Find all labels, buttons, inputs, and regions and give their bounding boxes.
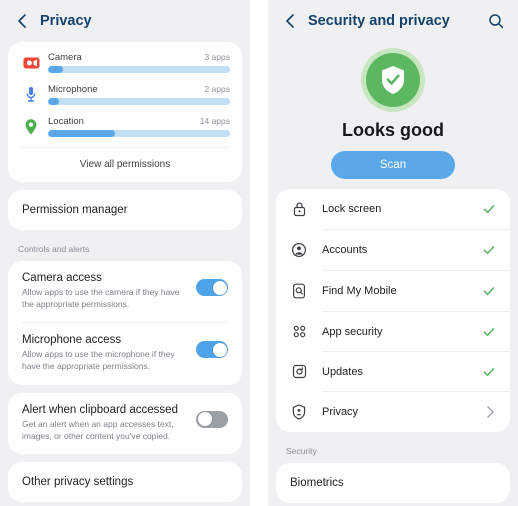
security-item-lock-screen[interactable]: Lock screen <box>276 189 510 229</box>
security-item-app-security[interactable]: App security <box>276 312 510 351</box>
privacy-header: Privacy <box>0 0 250 42</box>
permission-bar <box>48 66 230 73</box>
shield-person-icon <box>290 404 308 420</box>
microphone-access-row[interactable]: Microphone access Allow apps to use the … <box>8 323 242 384</box>
security-item-accounts[interactable]: Accounts <box>276 230 510 270</box>
status-check-icon <box>482 325 496 339</box>
microphone-access-toggle[interactable] <box>196 341 228 359</box>
security-item-label: Privacy <box>322 406 359 418</box>
clipboard-alert-toggle[interactable] <box>196 410 228 428</box>
location-pin-icon <box>20 118 42 136</box>
status-check-icon <box>482 243 496 257</box>
security-item-label: Updates <box>322 365 363 378</box>
permission-bar <box>48 130 230 137</box>
security-status: Looks good Scan <box>268 42 518 189</box>
status-message: Looks good <box>342 120 444 140</box>
controls-and-alerts-label: Controls and alerts <box>18 244 90 254</box>
security-item-label: Find My Mobile <box>322 285 397 297</box>
other-privacy-settings-card: Other privacy settings <box>8 462 242 503</box>
permission-row[interactable]: Camera 3 apps <box>20 52 230 73</box>
security-item-label: App security <box>322 325 383 338</box>
clipboard-alert-row[interactable]: Alert when clipboard accessed Get an ale… <box>8 393 242 454</box>
permission-manager-row[interactable]: Permission manager <box>8 190 242 230</box>
page-title: Privacy <box>40 13 92 29</box>
permission-row[interactable]: Location 14 apps <box>20 116 230 137</box>
app-grid-icon <box>290 324 308 339</box>
page-title: Security and privacy <box>308 13 450 29</box>
permission-bar <box>48 98 230 105</box>
permissions-card: Camera 3 apps Microphone 2 apps Location… <box>8 42 242 182</box>
security-section-label: Security <box>286 446 317 456</box>
permission-bar-fill <box>48 130 116 137</box>
permissions-list: Camera 3 apps Microphone 2 apps Location… <box>8 42 242 147</box>
account-icon <box>290 242 308 258</box>
security-item-updates[interactable]: Updates <box>276 352 510 391</box>
security-item-label: Lock screen <box>322 203 382 215</box>
permission-count: 3 apps <box>204 52 230 62</box>
security-item-label: Accounts <box>322 244 368 256</box>
microphone-access-description: Allow apps to use the microphone if they… <box>22 349 175 372</box>
permission-bar-fill <box>48 98 59 105</box>
permission-name: Location <box>48 116 84 127</box>
permission-name: Camera <box>48 52 82 63</box>
other-privacy-settings-row[interactable]: Other privacy settings <box>8 462 242 502</box>
status-check-icon <box>482 284 496 298</box>
dual-phone-screenshot: Privacy Camera 3 apps Microphone 2 apps … <box>0 0 518 506</box>
permission-name: Microphone <box>48 84 98 95</box>
camera-icon <box>20 56 42 70</box>
clipboard-alert-description: Get an alert when an app accesses text, … <box>22 418 174 441</box>
search-icon[interactable] <box>486 11 506 31</box>
find-my-mobile-icon <box>290 283 308 299</box>
camera-access-row[interactable]: Camera access Allow apps to use the came… <box>8 261 242 322</box>
security-header: Security and privacy <box>268 0 518 42</box>
permission-count: 2 apps <box>204 84 230 94</box>
security-item-privacy[interactable]: Privacy <box>276 392 510 432</box>
permission-manager-card: Permission manager <box>8 190 242 230</box>
security-item-find-my-mobile[interactable]: Find My Mobile <box>276 271 510 311</box>
chevron-right-icon <box>484 405 496 419</box>
chevron-left-icon[interactable] <box>12 11 32 31</box>
permission-count: 14 apps <box>199 116 230 126</box>
permission-row[interactable]: Microphone 2 apps <box>20 84 230 105</box>
updates-icon <box>290 364 308 379</box>
lock-icon <box>290 201 308 217</box>
camera-access-toggle[interactable] <box>196 279 228 296</box>
view-all-permissions-button[interactable]: View all permissions <box>8 148 242 182</box>
privacy-screen: Privacy Camera 3 apps Microphone 2 apps … <box>0 0 250 506</box>
microphone-icon <box>20 86 42 103</box>
status-check-icon <box>482 202 496 216</box>
microphone-access-title: Microphone access <box>22 334 122 347</box>
security-items-card: Lock screen Accounts Find My Mobile App … <box>276 189 510 432</box>
camera-access-title: Camera access <box>22 272 102 284</box>
biometrics-row[interactable]: Biometrics <box>276 463 510 503</box>
chevron-left-icon[interactable] <box>280 11 300 31</box>
security-and-privacy-screen: Security and privacy Looks good Scan Loc… <box>268 0 518 506</box>
clipboard-alert-title: Alert when clipboard accessed <box>22 403 178 416</box>
biometrics-card: Biometrics <box>276 463 510 503</box>
scan-button[interactable]: Scan <box>331 151 455 179</box>
status-check-icon <box>482 365 496 379</box>
shield-check-icon <box>361 48 425 112</box>
permission-bar-fill <box>48 66 63 73</box>
camera-access-description: Allow apps to use the camera if they hav… <box>22 287 180 309</box>
access-toggles-card: Camera access Allow apps to use the came… <box>8 261 242 385</box>
clipboard-alert-card: Alert when clipboard accessed Get an ale… <box>8 392 242 455</box>
